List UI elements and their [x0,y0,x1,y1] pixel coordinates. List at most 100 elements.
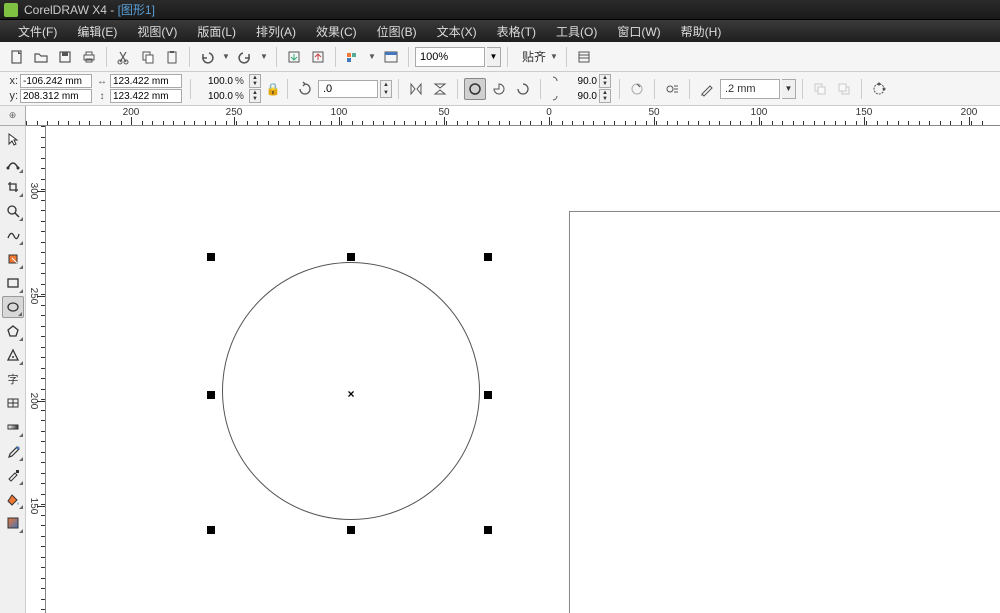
mirror-v-button[interactable] [429,78,451,100]
end-angle-spinner[interactable]: ▲▼ [599,89,611,103]
menu-edit[interactable]: 编辑(E) [67,23,127,40]
canvas-area: 20025010050050100150200 300250200150 × [26,106,1000,613]
pick-tool[interactable] [2,128,24,150]
outline-width[interactable]: .2 mm [720,79,780,99]
y-input[interactable] [20,89,92,103]
separator [861,79,862,99]
ruler-origin[interactable]: ⊕ [0,106,26,126]
horizontal-ruler[interactable]: 20025010050050100150200 [26,106,1000,126]
redo-button[interactable] [234,46,256,68]
separator [457,79,458,99]
menu-bitmaps[interactable]: 位图(B) [367,23,427,40]
cut-button[interactable] [113,46,135,68]
smart-fill-tool[interactable] [2,248,24,270]
undo-button[interactable] [196,46,218,68]
undo-dropdown[interactable]: ▼ [220,46,232,68]
selection-handle-nw[interactable] [207,253,215,261]
eyedropper-tool[interactable] [2,440,24,462]
lock-ratio-icon[interactable]: 🔒 [265,77,281,101]
app-launcher-button[interactable] [342,46,364,68]
open-button[interactable] [30,46,52,68]
doc-name: [图形1] [118,3,155,17]
selection-handle-e[interactable] [484,391,492,399]
ellipse-tool[interactable] [2,296,24,318]
menu-effects[interactable]: 效果(C) [306,23,367,40]
copy-button[interactable] [137,46,159,68]
convert-curves-button[interactable] [868,78,890,100]
to-front-button[interactable] [809,78,831,100]
crop-tool[interactable] [2,176,24,198]
rotation-spinner[interactable]: ▲▼ [380,80,392,98]
menu-tools[interactable]: 工具(O) [546,23,607,40]
menu-arrange[interactable]: 排列(A) [246,23,306,40]
print-button[interactable] [78,46,100,68]
menu-table[interactable]: 表格(T) [487,23,546,40]
menu-file[interactable]: 文件(F) [8,23,67,40]
direction-button[interactable] [626,78,648,100]
width-input[interactable] [110,74,182,88]
shape-tool[interactable] [2,152,24,174]
title-sep: - [110,3,117,17]
vertical-ruler[interactable]: 300250200150 [26,126,46,613]
mirror-h-button[interactable] [405,78,427,100]
outline-tool[interactable] [2,464,24,486]
start-angle-spinner[interactable]: ▲▼ [599,74,611,88]
selection-handle-sw[interactable] [207,526,215,534]
position-group: x: y: [4,74,92,103]
selection-handle-s[interactable] [347,526,355,534]
separator [654,79,655,99]
start-angle-input[interactable] [561,74,597,88]
interactive-tool[interactable] [2,416,24,438]
selection-handle-n[interactable] [347,253,355,261]
selection-handle-ne[interactable] [484,253,492,261]
redo-dropdown[interactable]: ▼ [258,46,270,68]
menu-help[interactable]: 帮助(H) [671,23,732,40]
canvas[interactable]: × [46,126,1000,613]
zoom-tool[interactable] [2,200,24,222]
arc-type-button[interactable] [512,78,534,100]
center-marker[interactable]: × [347,387,354,401]
basic-shapes-tool[interactable] [2,344,24,366]
menu-window[interactable]: 窗口(W) [607,23,670,40]
ellipse-type-button[interactable] [464,78,486,100]
zoom-value: 100% [420,51,448,63]
polygon-tool[interactable] [2,320,24,342]
welcome-button[interactable] [380,46,402,68]
interactive-fill-tool[interactable] [2,512,24,534]
zoom-level[interactable]: 100% [415,47,485,67]
outline-dropdown[interactable]: ▼ [782,79,796,99]
fill-tool[interactable] [2,488,24,510]
end-angle-input[interactable] [561,89,597,103]
snap-label[interactable]: 贴齐 [522,48,546,65]
freehand-tool[interactable] [2,224,24,246]
options-button[interactable] [573,46,595,68]
scale-y-spinner[interactable]: ▲▼ [249,89,261,103]
pie-type-button[interactable] [488,78,510,100]
export-button[interactable] [307,46,329,68]
height-input[interactable] [110,89,182,103]
rotation-input[interactable] [318,80,378,98]
menu-layout[interactable]: 版面(L) [187,23,246,40]
table-tool[interactable] [2,392,24,414]
menu-view[interactable]: 视图(V) [127,23,187,40]
paste-button[interactable] [161,46,183,68]
import-button[interactable] [283,46,305,68]
wrap-text-button[interactable] [661,78,683,100]
scale-x-spinner[interactable]: ▲▼ [249,74,261,88]
width-icon: ↔ [96,75,108,87]
x-input[interactable] [20,74,92,88]
text-tool[interactable]: 字 [2,368,24,390]
selection-handle-w[interactable] [207,391,215,399]
menu-text[interactable]: 文本(X) [427,23,487,40]
scale-x-input[interactable] [197,74,233,88]
save-button[interactable] [54,46,76,68]
pct-label: % [235,91,247,102]
zoom-dropdown[interactable]: ▼ [487,47,501,67]
app-dropdown[interactable]: ▼ [366,46,378,68]
rectangle-tool[interactable] [2,272,24,294]
to-back-button[interactable] [833,78,855,100]
scale-y-input[interactable] [197,89,233,103]
new-button[interactable] [6,46,28,68]
selection-handle-se[interactable] [484,526,492,534]
snap-dropdown[interactable]: ▼ [548,46,560,68]
